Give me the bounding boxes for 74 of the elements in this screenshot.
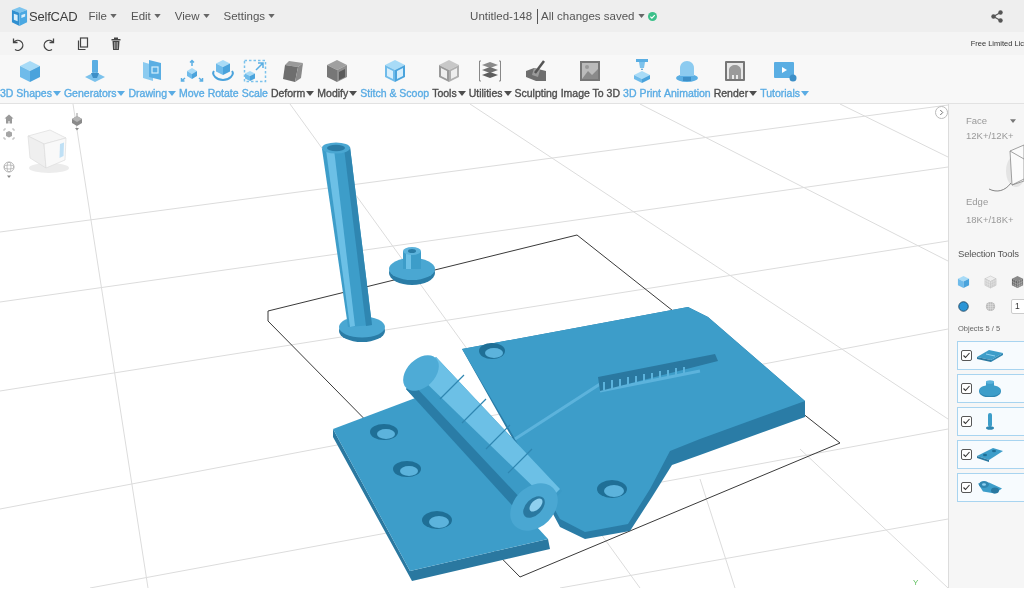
brush-size-field[interactable]: 1: [1011, 299, 1024, 314]
toolbar-button[interactable]: Modify: [317, 59, 358, 99]
copy-button[interactable]: [76, 36, 90, 51]
hinge-leaf-icon: [977, 349, 1003, 362]
chevron-right-icon: [939, 109, 944, 116]
framed-arch-icon: [723, 59, 748, 83]
menu-item[interactable]: View: [174, 10, 210, 22]
peg-icon: [979, 379, 1001, 398]
hollow-cube-icon: [382, 59, 407, 83]
copy-icon: [76, 36, 90, 51]
redo-icon: [43, 36, 57, 51]
logo-icon: [11, 6, 28, 26]
menu-item[interactable]: Edit: [131, 10, 161, 22]
toolbar-button[interactable]: Image To 3D: [560, 59, 621, 99]
dark-mesh-cube-icon[interactable]: [1011, 275, 1024, 289]
rotate-cube-icon: [211, 59, 236, 83]
collapse-panel-button[interactable]: [935, 106, 948, 119]
object-row[interactable]: [957, 440, 1024, 469]
selection-tools-title: Selection Tools: [958, 248, 1019, 259]
object-row[interactable]: [957, 341, 1024, 370]
caret-icon: [110, 14, 117, 18]
undo-button[interactable]: [10, 36, 24, 51]
home-icon[interactable]: [4, 114, 14, 124]
caret-icon: [268, 14, 276, 18]
hinge-icon: [978, 481, 1002, 494]
cube-icon: [18, 59, 43, 83]
undo-icon: [10, 36, 24, 51]
checkbox[interactable]: [961, 350, 972, 361]
brush-block-icon: [524, 59, 549, 83]
dot-icon[interactable]: [958, 301, 969, 312]
edge-label: Edge: [966, 196, 989, 207]
object-row[interactable]: [957, 374, 1024, 403]
move-arrows-icon: [179, 59, 204, 83]
axis-label: Y: [913, 578, 919, 587]
checkbox[interactable]: [961, 383, 972, 394]
share-icon: [991, 9, 1003, 23]
wire-cube-icon: [436, 59, 461, 83]
edge-count: 18K+/18K+: [966, 214, 1014, 225]
scale-box-icon: [242, 59, 267, 83]
face-count: 12K+/12K+: [966, 130, 1014, 141]
dome-icon: [675, 59, 700, 83]
peg-drawing: [389, 247, 435, 285]
checkbox[interactable]: [961, 416, 972, 427]
video-screen-icon: [772, 59, 797, 83]
caret-icon: [202, 14, 210, 18]
toolbar-button[interactable]: Render: [713, 59, 758, 99]
save-status-menu[interactable]: All changes saved: [541, 10, 646, 22]
caret-icon: [1010, 118, 1017, 123]
toolbar-button[interactable]: Utilities: [468, 59, 512, 99]
menu-item[interactable]: File: [88, 10, 117, 22]
object-row[interactable]: [957, 407, 1024, 436]
caret-icon: [153, 14, 161, 18]
toolbar-button[interactable]: Tools: [432, 59, 466, 99]
redo-button[interactable]: [43, 36, 57, 51]
delete-button[interactable]: [109, 36, 123, 51]
share-button[interactable]: [991, 9, 1003, 23]
toolbar-button[interactable]: Sculpting: [514, 59, 558, 99]
document-title: Untitled-148: [470, 10, 533, 22]
layers-icon: [478, 59, 503, 83]
picture-frame-icon: [578, 59, 603, 83]
app-name: SelfCAD: [29, 8, 78, 24]
checkbox[interactable]: [961, 449, 972, 460]
trash-icon: [109, 36, 123, 51]
toolbar-button[interactable]: Deform: [270, 59, 315, 99]
solid-cube-icon[interactable]: [957, 275, 970, 289]
hinge-leaf-icon: [977, 447, 1003, 462]
menu-item[interactable]: Settings: [223, 10, 276, 22]
caret-icon: [638, 14, 646, 18]
skewed-cube-icon: [280, 59, 305, 83]
cut-cube-icon: [325, 59, 350, 83]
pin-icon: [986, 413, 994, 430]
hanging-cube-icon[interactable]: [71, 113, 83, 131]
object-row[interactable]: [957, 473, 1024, 502]
checkbox[interactable]: [961, 482, 972, 493]
